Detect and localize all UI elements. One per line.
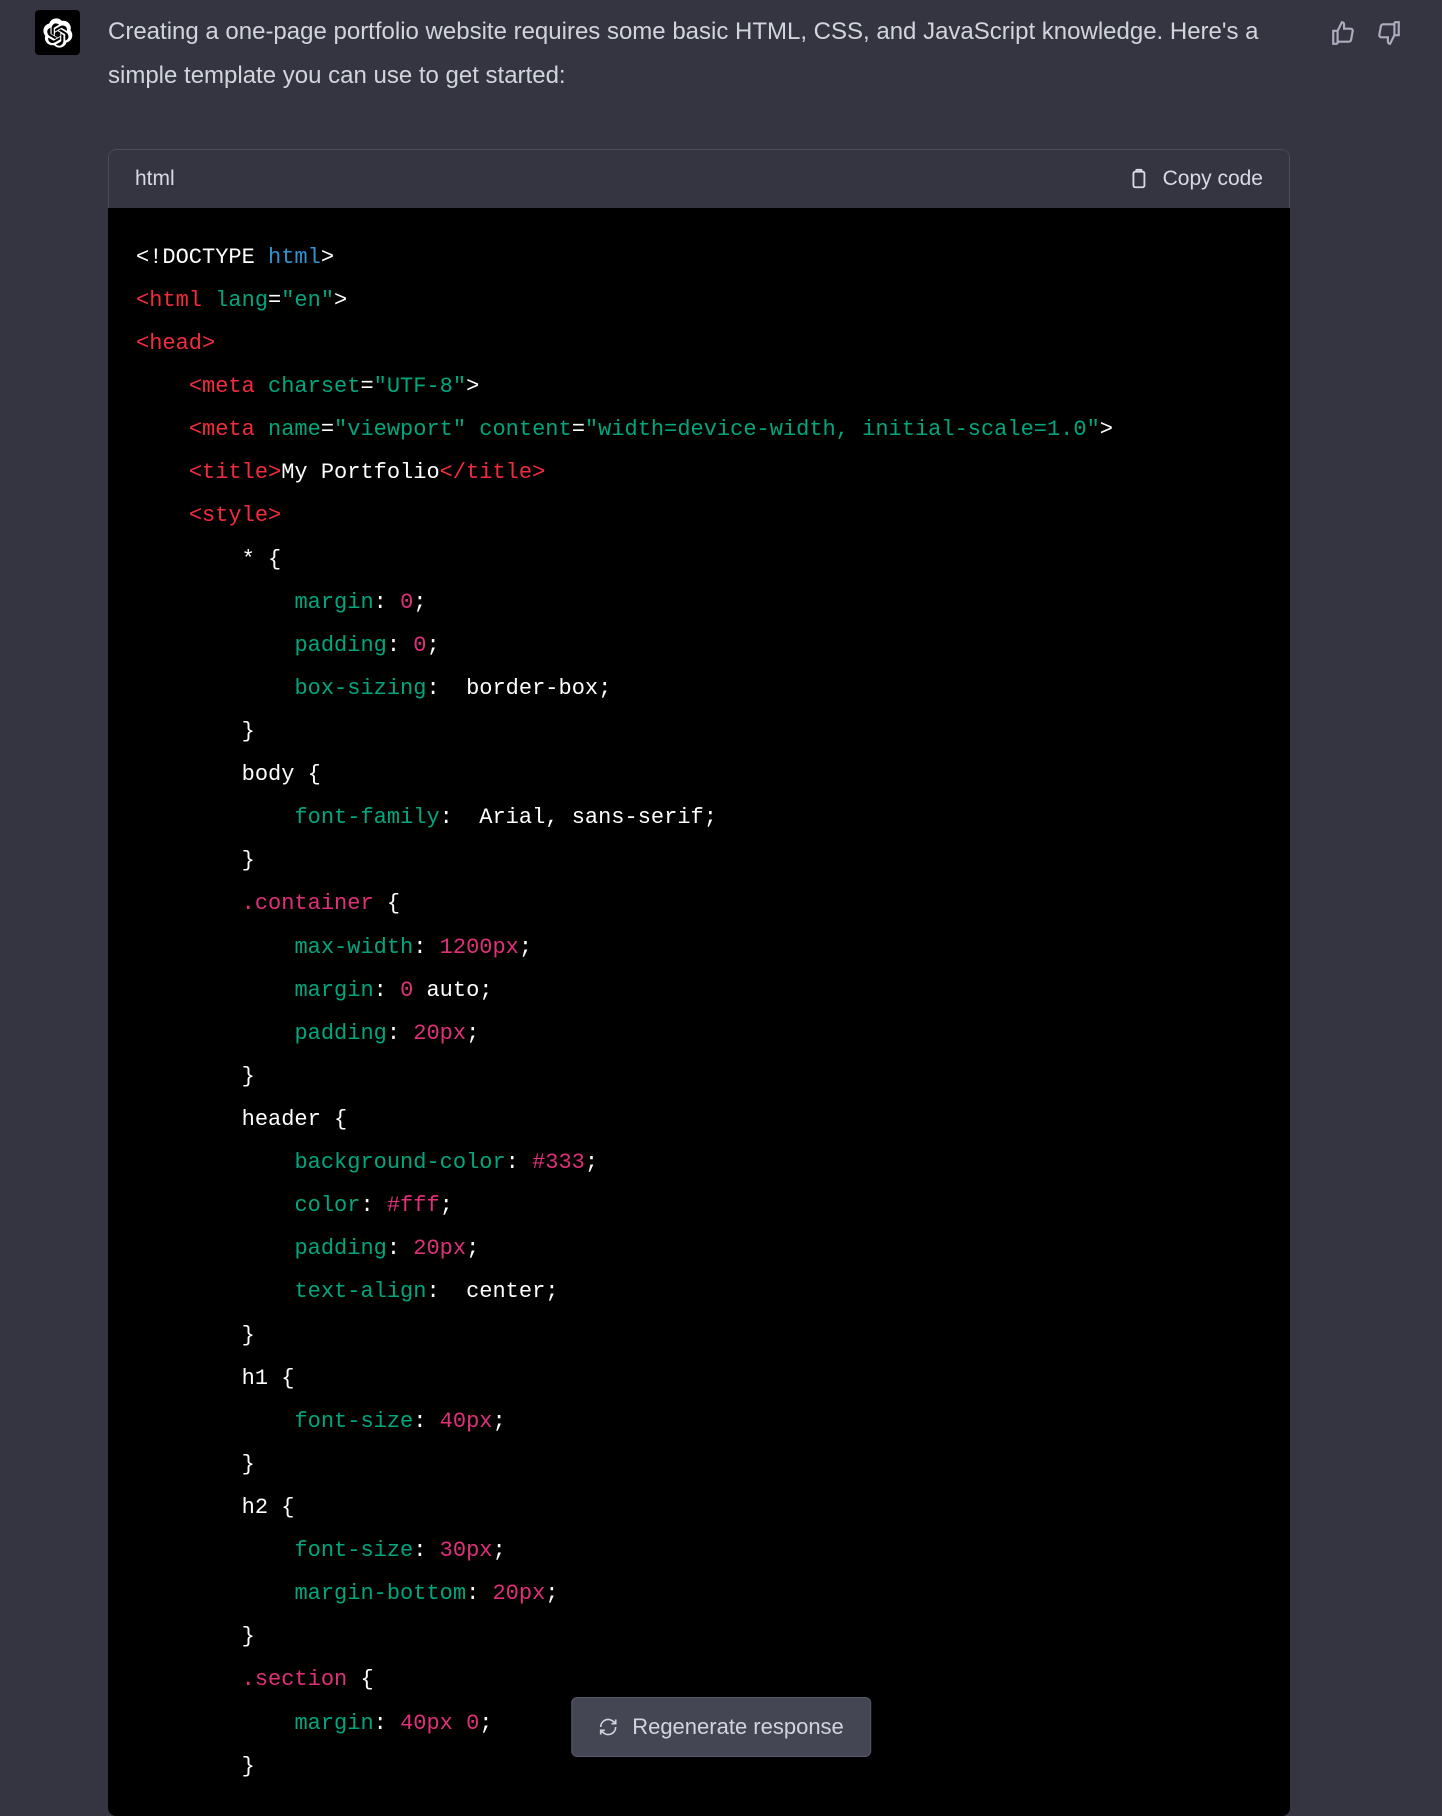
thumbs-up-button[interactable]	[1330, 20, 1356, 46]
feedback-buttons	[1330, 20, 1402, 46]
code-content[interactable]: <!DOCTYPE html> <html lang="en"> <head> …	[108, 208, 1290, 1816]
message-body: Creating a one-page portfolio website re…	[108, 10, 1407, 1816]
thumbs-up-icon	[1330, 20, 1356, 46]
refresh-icon	[598, 1717, 618, 1737]
clipboard-icon	[1127, 166, 1149, 192]
code-language-label: html	[135, 167, 175, 191]
regenerate-label: Regenerate response	[632, 1714, 844, 1740]
copy-code-button[interactable]: Copy code	[1127, 166, 1263, 192]
copy-code-label: Copy code	[1163, 167, 1263, 191]
assistant-avatar	[35, 10, 80, 55]
assistant-message: Creating a one-page portfolio website re…	[0, 0, 1442, 1816]
message-text: Creating a one-page portfolio website re…	[108, 10, 1407, 99]
openai-logo-icon	[43, 18, 73, 48]
thumbs-down-button[interactable]	[1376, 20, 1402, 46]
thumbs-down-icon	[1376, 20, 1402, 46]
code-block: html Copy code <!DOCTYPE html> <html lan…	[108, 149, 1290, 1816]
regenerate-button[interactable]: Regenerate response	[571, 1697, 871, 1757]
code-header: html Copy code	[108, 149, 1290, 208]
